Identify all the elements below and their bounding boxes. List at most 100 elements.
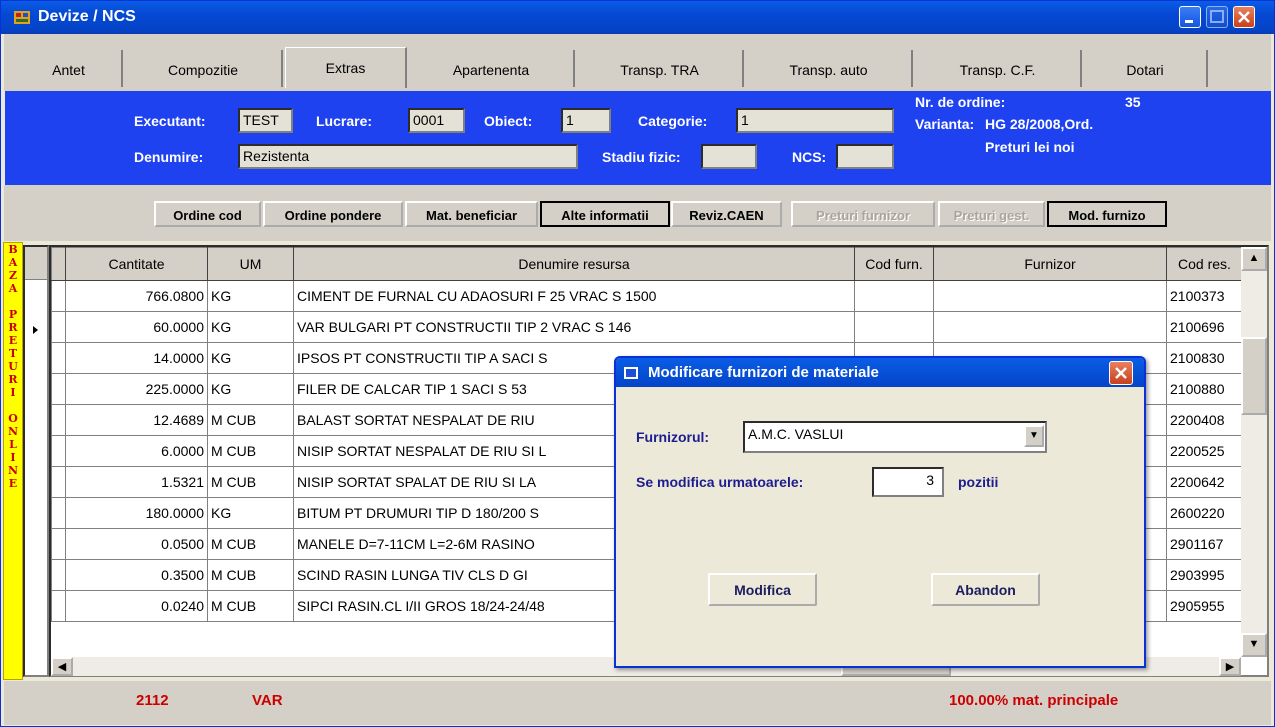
toolbar: Ordine cod Ordine pondere Mat. beneficia… xyxy=(4,185,1271,241)
stadiu-field[interactable] xyxy=(701,144,757,169)
table-cell[interactable]: 2200642 xyxy=(1166,466,1243,498)
table-row[interactable]: 60.0000 KG VAR BULGARI PT CONSTRUCTII TIP … xyxy=(51,311,1243,343)
table-cell[interactable]: KG xyxy=(207,280,294,312)
table-cell[interactable]: 12.4689 xyxy=(65,404,208,436)
table-row[interactable]: 766.0800 KG CIMENT DE FURNAL CU ADAOSURI F… xyxy=(51,280,1243,312)
table-cell[interactable]: M CUB xyxy=(207,435,294,467)
col-cod-furn[interactable]: Cod furn. xyxy=(854,247,934,281)
table-cell[interactable]: 2905955 xyxy=(1166,590,1243,622)
table-cell[interactable]: KG xyxy=(207,373,294,405)
furnizor-label: Furnizorul: xyxy=(636,429,710,445)
table-cell[interactable] xyxy=(854,311,934,343)
col-cod-res[interactable]: Cod res. xyxy=(1166,247,1243,281)
vertical-scrollbar[interactable]: ▲ ▼ xyxy=(1241,247,1267,657)
col-denumire-resursa[interactable]: Denumire resursa xyxy=(293,247,855,281)
furnizor-dropdown[interactable]: A.M.C. VASLUI ▼ xyxy=(743,421,1047,453)
col-furnizor[interactable]: Furnizor xyxy=(933,247,1167,281)
ordine-pondere-button[interactable]: Ordine pondere xyxy=(263,201,403,227)
table-cell[interactable]: CIMENT DE FURNAL CU ADAOSURI F 25 VRAC S… xyxy=(293,280,855,312)
table-cell[interactable]: 2100373 xyxy=(1166,280,1243,312)
table-cell[interactable] xyxy=(933,311,1167,343)
close-icon xyxy=(1238,11,1250,23)
table-cell[interactable]: 14.0000 xyxy=(65,342,208,374)
table-cell[interactable]: 2200408 xyxy=(1166,404,1243,436)
alte-informatii-button[interactable]: Alte informatii xyxy=(540,201,670,227)
scroll-up-arrow-icon[interactable]: ▲ xyxy=(1241,247,1267,271)
table-cell[interactable]: M CUB xyxy=(207,559,294,591)
table-cell[interactable]: 2901167 xyxy=(1166,528,1243,560)
executant-field[interactable]: TEST xyxy=(238,108,293,133)
tab-transp-cf[interactable]: Transp. C.F. xyxy=(915,50,1082,87)
modifica-button[interactable]: Modifica xyxy=(708,573,817,606)
col-um[interactable]: UM xyxy=(207,247,294,281)
maximize-button[interactable] xyxy=(1206,6,1228,28)
tab-bar: Antet Compozitie Extras Apartenenta Tran… xyxy=(4,34,1271,91)
table-cell[interactable] xyxy=(854,280,934,312)
table-cell[interactable]: 2903995 xyxy=(1166,559,1243,591)
executant-label: Executant: xyxy=(134,113,206,129)
pozitii-label: pozitii xyxy=(958,474,999,490)
dialog-title: Modificare furnizori de materiale xyxy=(648,364,879,381)
table-cell[interactable]: 2100830 xyxy=(1166,342,1243,374)
table-cell[interactable]: 1.5321 xyxy=(65,466,208,498)
table-cell[interactable]: VAR BULGARI PT CONSTRUCTII TIP 2 VRAC S … xyxy=(293,311,855,343)
tab-compozitie[interactable]: Compozitie xyxy=(125,50,283,87)
abandon-button[interactable]: Abandon xyxy=(931,573,1040,606)
tab-transp-auto[interactable]: Transp. auto xyxy=(746,50,913,87)
tab-antet[interactable]: Antet xyxy=(16,50,123,87)
tab-transp-tra[interactable]: Transp. TRA xyxy=(577,50,744,87)
table-cell[interactable] xyxy=(933,280,1167,312)
scroll-left-arrow-icon[interactable]: ◀ xyxy=(51,657,73,676)
table-cell[interactable]: 225.0000 xyxy=(65,373,208,405)
ncs-field[interactable] xyxy=(836,144,894,169)
table-cell[interactable]: 6.0000 xyxy=(65,435,208,467)
tab-apartenenta[interactable]: Apartenenta xyxy=(409,50,575,87)
reviz-caen-button[interactable]: Reviz.CAEN xyxy=(671,201,782,227)
table-cell[interactable]: M CUB xyxy=(207,466,294,498)
close-button[interactable] xyxy=(1233,6,1255,28)
window-title: Devize / NCS xyxy=(38,8,136,25)
table-cell[interactable]: M CUB xyxy=(207,590,294,622)
table-cell[interactable]: 0.0500 xyxy=(65,528,208,560)
dialog-close-button[interactable] xyxy=(1109,361,1133,385)
table-cell[interactable]: 60.0000 xyxy=(65,311,208,343)
mat-beneficiar-button[interactable]: Mat. beneficiar xyxy=(405,201,538,227)
table-cell[interactable]: KG xyxy=(207,311,294,343)
denumire-field[interactable]: Rezistenta xyxy=(238,144,578,169)
dropdown-arrow-icon[interactable]: ▼ xyxy=(1024,425,1044,447)
vertical-scroll-thumb[interactable] xyxy=(1241,337,1267,415)
table-cell[interactable]: 766.0800 xyxy=(65,280,208,312)
table-cell[interactable]: M CUB xyxy=(207,404,294,436)
table-cell[interactable]: 0.0240 xyxy=(65,590,208,622)
table-cell[interactable]: KG xyxy=(207,342,294,374)
dialog-title-bar[interactable]: Modificare furnizori de materiale xyxy=(616,358,1144,387)
lucrare-field[interactable]: 0001 xyxy=(408,108,465,133)
table-cell[interactable]: 180.0000 xyxy=(65,497,208,529)
scroll-down-arrow-icon[interactable]: ▼ xyxy=(1241,633,1267,657)
table-cell[interactable]: 2100880 xyxy=(1166,373,1243,405)
pozitii-count-input[interactable]: 3 xyxy=(872,467,944,497)
scroll-right-arrow-icon[interactable]: ▶ xyxy=(1219,657,1241,676)
minimize-button[interactable] xyxy=(1179,6,1201,28)
table-cell[interactable]: M CUB xyxy=(207,528,294,560)
table-cell[interactable]: 0.3500 xyxy=(65,559,208,591)
modifica-label: Se modifica urmatoarele: xyxy=(636,474,804,490)
col-cantitate[interactable]: Cantitate xyxy=(65,247,208,281)
table-cell[interactable]: KG xyxy=(207,497,294,529)
baza-preturi-online-bar: B A Z A P R E T U R I O N L I N E xyxy=(3,242,23,680)
header-panel: Executant: TEST Lucrare: 0001 Obiect: 1 … xyxy=(5,91,1271,185)
tab-dotari[interactable]: Dotari xyxy=(1084,50,1208,87)
mod-furnizor-button[interactable]: Mod. furnizo xyxy=(1047,201,1167,227)
ordine-cod-button[interactable]: Ordine cod xyxy=(154,201,261,227)
dialog-app-icon xyxy=(624,367,638,379)
table-cell[interactable]: 2200525 xyxy=(1166,435,1243,467)
tab-extras[interactable]: Extras xyxy=(285,47,407,88)
status-percent: 100.00% mat. principale xyxy=(949,692,1119,709)
categorie-field[interactable]: 1 xyxy=(736,108,894,133)
table-cell[interactable]: 2600220 xyxy=(1166,497,1243,529)
title-bar[interactable]: Devize / NCS xyxy=(1,1,1274,34)
table-cell[interactable]: 2100696 xyxy=(1166,311,1243,343)
obiect-field[interactable]: 1 xyxy=(561,108,611,133)
preturi-gest-button: Preturi gest. xyxy=(938,201,1045,227)
row-indicator-column xyxy=(23,245,49,677)
